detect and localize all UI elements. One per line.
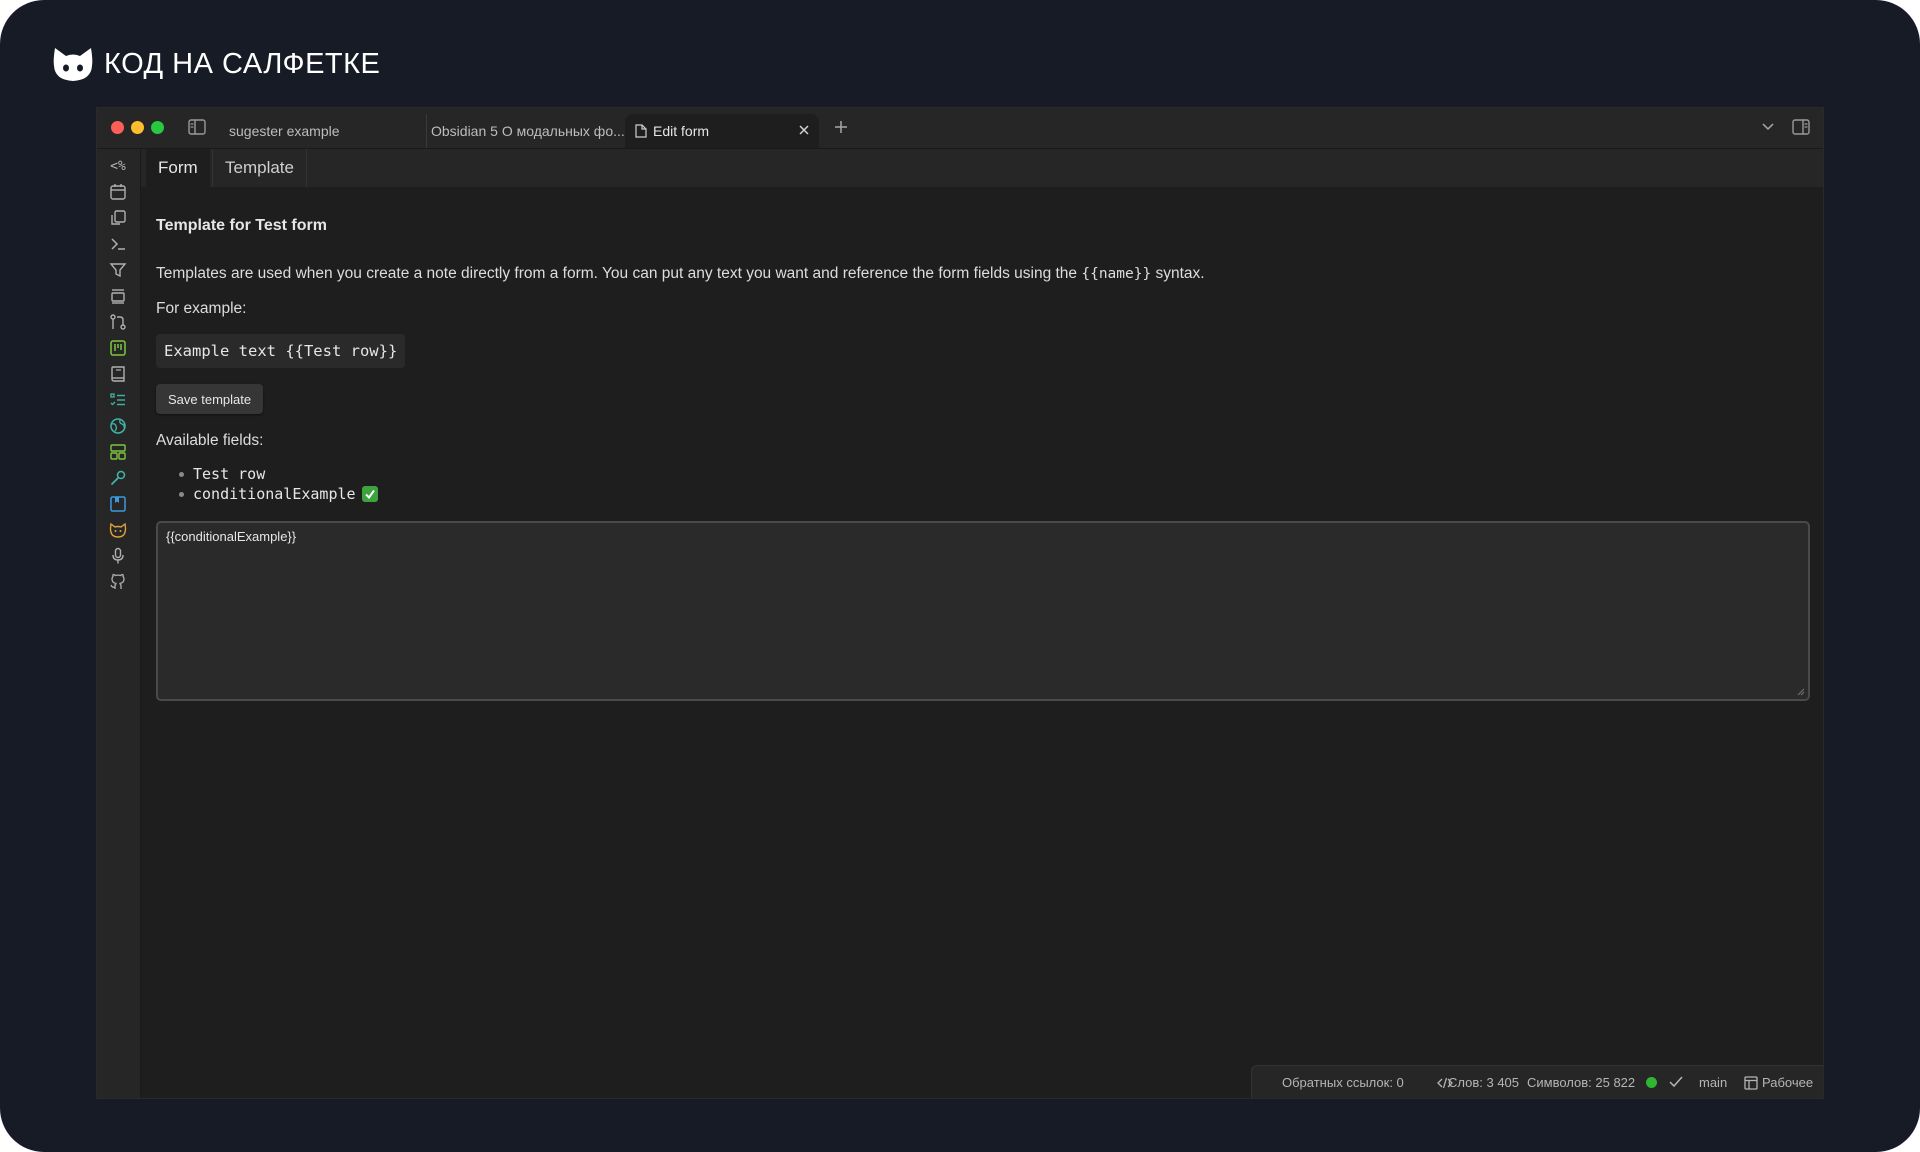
git-branch[interactable]: main	[1699, 1075, 1727, 1090]
copy-button[interactable]	[108, 208, 128, 228]
templater-label: <%	[110, 158, 126, 174]
title-bar: sugester example Obsidian 5 О модальных …	[97, 108, 1823, 149]
description-text-end: syntax.	[1151, 265, 1205, 282]
filter-button[interactable]	[108, 260, 128, 280]
app-window: sugester example Obsidian 5 О модальных …	[97, 108, 1823, 1098]
microphone-button[interactable]	[108, 546, 128, 566]
field-name: conditionalExample	[193, 485, 356, 503]
layers-icon	[111, 289, 125, 304]
tab-label: Obsidian 5 О модальных фо...	[431, 123, 625, 139]
wrench-icon	[110, 470, 126, 486]
globe-icon	[110, 418, 126, 434]
list-checks-icon	[110, 393, 125, 406]
check-icon[interactable]	[1669, 1076, 1683, 1088]
sync-status-icon[interactable]	[1646, 1077, 1657, 1088]
book-button[interactable]	[108, 364, 128, 384]
view-tabs: Form Template	[141, 149, 1823, 187]
tab-sugester-example[interactable]: sugester example	[229, 114, 419, 148]
left-ribbon: <%	[97, 149, 141, 1098]
field-name: Test row	[193, 465, 266, 483]
terminal-button[interactable]	[108, 234, 128, 254]
example-code: Example text {{Test row}}	[156, 334, 406, 368]
layers-button[interactable]	[108, 286, 128, 306]
close-window-button[interactable]	[111, 121, 124, 134]
cat-button[interactable]	[108, 520, 128, 540]
github-icon	[110, 573, 125, 589]
github-button[interactable]	[108, 572, 128, 592]
list-item: conditionalExample	[175, 484, 378, 504]
list-checks-button[interactable]	[108, 390, 128, 410]
bookmark-icon	[110, 496, 126, 512]
word-count: Слов: 3 405	[1448, 1075, 1520, 1090]
description-text-start: Templates are used when you create a not…	[156, 265, 1082, 282]
calendar-icon	[110, 184, 126, 200]
calendar-button[interactable]	[108, 182, 128, 202]
filter-icon	[109, 263, 127, 278]
resize-handle-icon[interactable]	[1797, 688, 1805, 696]
copy-icon	[111, 210, 126, 225]
kanban-button[interactable]	[108, 338, 128, 358]
char-count: Символов: 25 822	[1527, 1075, 1636, 1090]
tab-template[interactable]: Template	[212, 149, 307, 187]
list-item: Test row	[175, 464, 378, 484]
backlinks-count[interactable]: Обратных ссылок: 0	[1282, 1075, 1404, 1090]
terminal-icon	[111, 238, 125, 250]
brand: КОД НА САЛФЕТКЕ	[52, 44, 380, 84]
for-example-label: For example:	[156, 300, 247, 317]
tab-label: sugester example	[229, 123, 340, 139]
git-compare-icon	[110, 314, 126, 330]
brand-name: КОД НА САЛФЕТКЕ	[104, 47, 381, 80]
layout-icon	[110, 444, 126, 460]
wrench-button[interactable]	[108, 468, 128, 488]
available-fields-label: Available fields:	[156, 432, 264, 449]
editor-value: {{conditionalExample}}	[166, 529, 297, 544]
new-tab-icon[interactable]	[833, 119, 849, 135]
minimize-window-button[interactable]	[131, 121, 144, 134]
microphone-icon	[112, 547, 124, 564]
layout-button[interactable]	[108, 442, 128, 462]
sidebar-toggle-icon[interactable]	[188, 119, 206, 135]
cat-head-icon	[53, 48, 93, 81]
tab-label: Edit form	[653, 123, 710, 139]
description-inline-code: {{name}}	[1081, 266, 1152, 282]
page-title: Template for Test form	[156, 217, 327, 234]
close-tab-icon[interactable]	[797, 123, 811, 137]
workspace-name[interactable]: Рабочее	[1762, 1075, 1813, 1090]
bookmark-button[interactable]	[108, 494, 128, 514]
templater-button[interactable]: <%	[108, 156, 128, 176]
right-sidebar-toggle-icon[interactable]	[1792, 119, 1810, 135]
kanban-icon	[110, 340, 126, 356]
tab-obsidian-modal[interactable]: Obsidian 5 О модальных фо...	[426, 114, 626, 148]
check-mark-icon	[361, 486, 378, 502]
file-icon	[635, 124, 647, 138]
maximize-window-button[interactable]	[151, 121, 164, 134]
fields-list: Test row conditionalExample	[175, 464, 378, 504]
cat-icon	[109, 522, 127, 538]
globe-button[interactable]	[108, 416, 128, 436]
workspace-icon	[1744, 1076, 1758, 1090]
tab-form[interactable]: Form	[146, 149, 210, 187]
book-icon	[111, 366, 125, 382]
template-description: Templates are used when you create a not…	[156, 265, 1205, 283]
chevron-down-icon[interactable]	[1762, 122, 1774, 132]
tab-edit-form[interactable]: Edit form	[625, 114, 819, 148]
status-bar: Обратных ссылок: 0 Слов: 3 405 Символов:…	[1251, 1065, 1823, 1098]
template-editor[interactable]: {{conditionalExample}}	[156, 521, 1810, 701]
git-compare-button[interactable]	[108, 312, 128, 332]
save-template-button[interactable]: Save template	[156, 384, 264, 414]
screenshot-frame: КОД НА САЛФЕТКЕ sugester example Obsidia…	[0, 0, 1920, 1152]
